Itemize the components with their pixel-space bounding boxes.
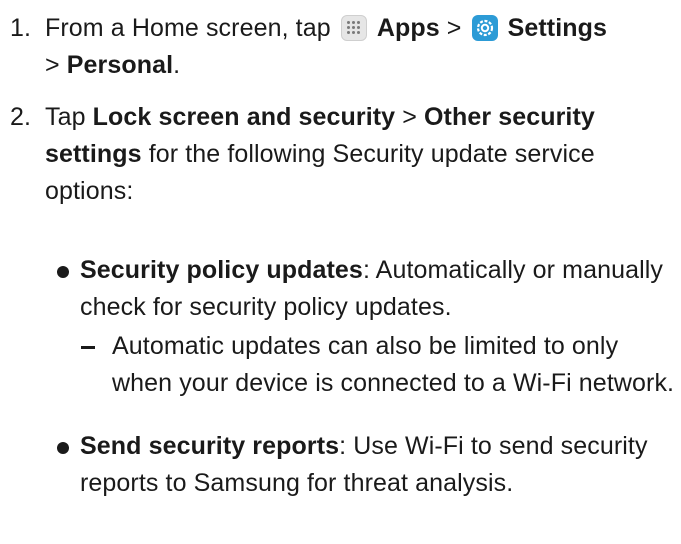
step-2: 2. Tap Lock screen and security > Other … [0,99,681,210]
lock-screen-label: Lock screen and security [92,103,396,131]
sub-bullet-1-text: Automatic updates can also be limited to… [112,332,675,397]
step-2-separator: > [395,103,424,131]
bullet-icon [57,266,69,278]
step-1-separator-1: > [439,14,469,42]
bullet-icon [57,442,69,454]
step-1: 1. From a Home screen, tap Apps > Settin… [0,10,681,84]
instructions-page: 1. From a Home screen, tap Apps > Settin… [0,0,681,544]
bullet-2-title: Send security reports [80,432,340,460]
step-2-number: 2. [10,103,32,131]
step-1-text: From a Home screen, tap Apps > Settings >… [45,10,681,84]
bullet-send-security-reports: Send security reports: Use Wi-Fi to send… [0,428,681,502]
apps-icon [340,15,367,41]
step-1-period: . [173,51,181,79]
step-2-tap: Tap [45,103,93,131]
step-1-intro: From a Home screen, tap [45,14,338,42]
step-1-number: 1. [10,14,32,42]
personal-label: Personal [66,51,174,79]
bullet-security-policy-updates: Security policy updates: Automatically o… [0,252,681,326]
step-1-separator-2: > [45,51,67,79]
bullet-1-text: Security policy updates: Automatically o… [80,252,681,326]
step-2-text: Tap Lock screen and security > Other sec… [45,99,681,210]
settings-icon [471,15,498,41]
settings-label: Settings [507,14,607,42]
bullet-1-title: Security policy updates [80,256,363,284]
apps-label: Apps [376,14,440,42]
bullet-2-text: Send security reports: Use Wi-Fi to send… [80,428,681,502]
sub-bullet-automatic-updates: Automatic updates can also be limited to… [0,328,681,402]
dash-icon [81,346,95,349]
